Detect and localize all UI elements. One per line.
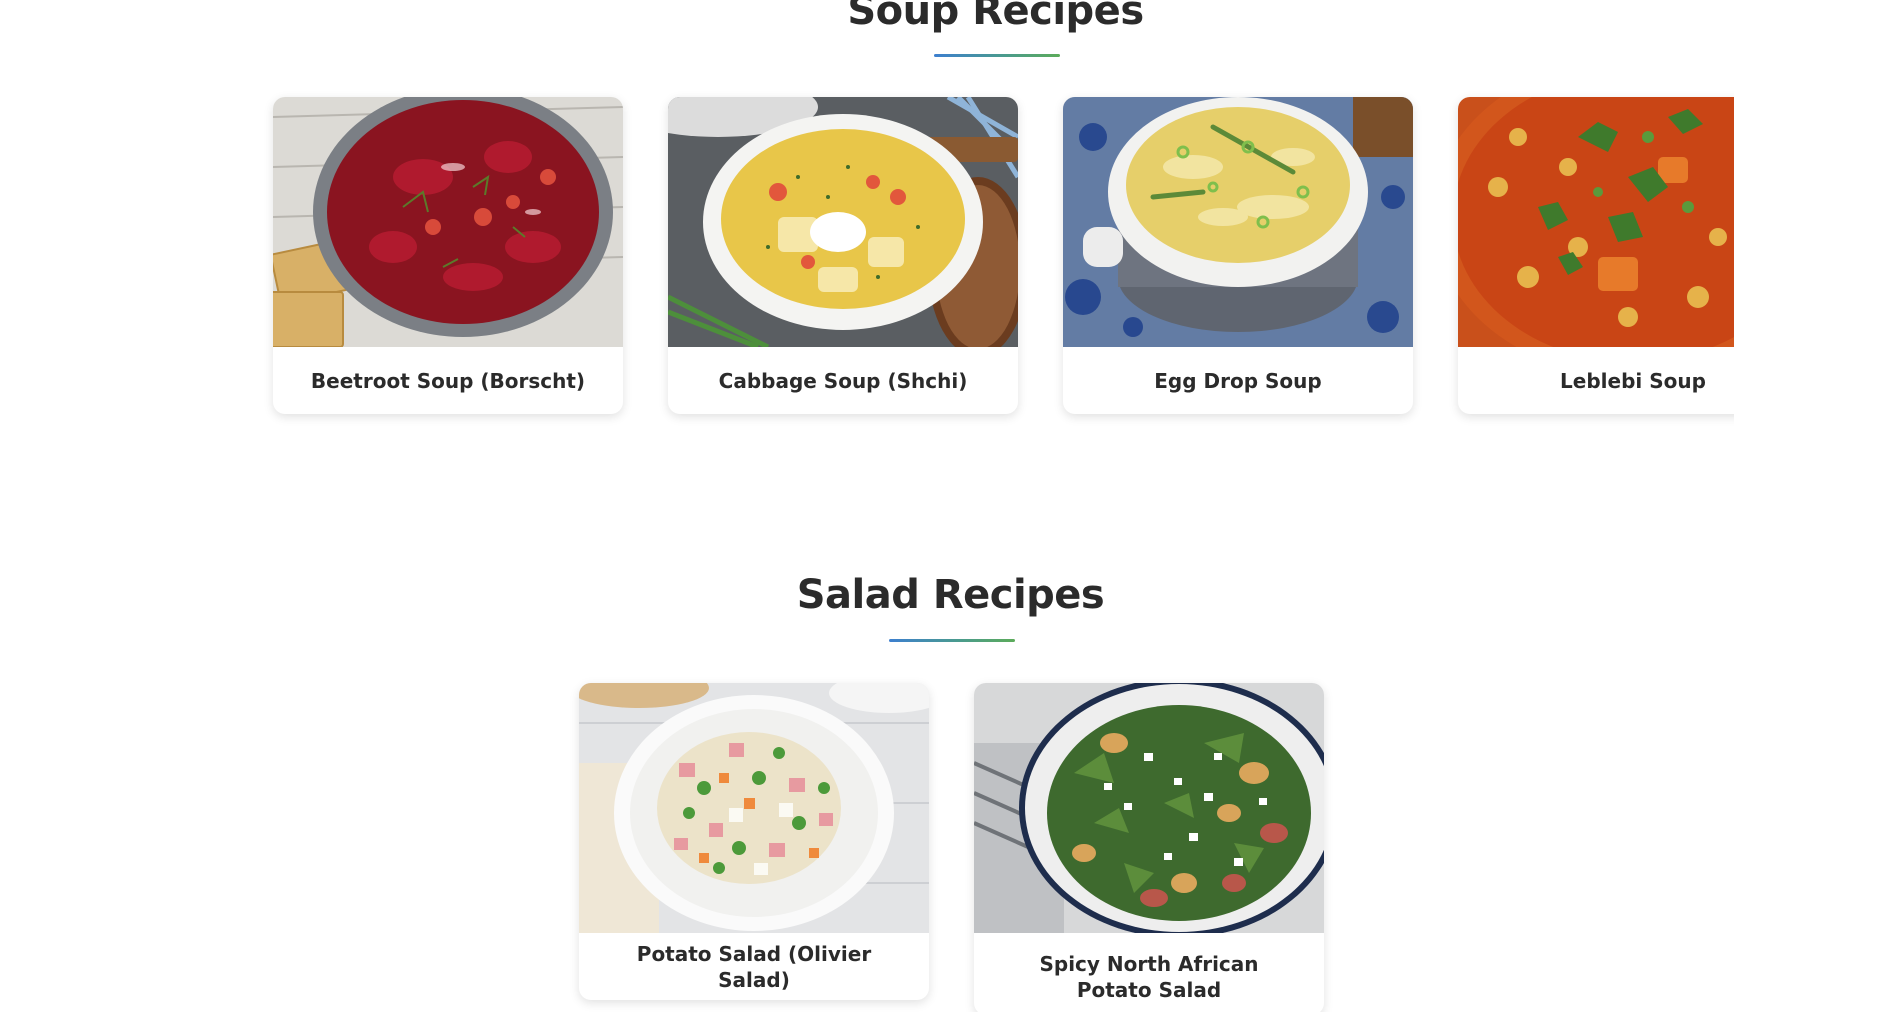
cabbage-soup-photo — [668, 97, 1018, 347]
egg-drop-soup-photo — [1063, 97, 1413, 347]
north-african-potato-salad-photo — [974, 683, 1324, 933]
soup-card-leblebi[interactable]: Leblebi Soup — [1458, 97, 1734, 414]
olivier-salad-photo — [579, 683, 929, 933]
salad-card-label: Spicy North African Potato Salad — [1039, 952, 1259, 1002]
beetroot-soup-photo — [273, 97, 623, 347]
salad-card-olivier[interactable]: Potato Salad (Olivier Salad) — [579, 683, 929, 1000]
soup-cards-carousel: Beetroot Soup (Borscht) Cabbage Soup (Sh… — [0, 0, 1734, 440]
soup-card-beetroot[interactable]: Beetroot Soup (Borscht) — [273, 97, 623, 414]
soup-card-label: Leblebi Soup — [1560, 368, 1706, 393]
salad-title-underline — [889, 639, 1015, 642]
salad-card-north-african[interactable]: Spicy North African Potato Salad — [974, 683, 1324, 1012]
soup-card-label: Egg Drop Soup — [1154, 368, 1322, 393]
soup-card-label: Beetroot Soup (Borscht) — [310, 368, 586, 393]
soup-card-label: Cabbage Soup (Shchi) — [718, 368, 968, 393]
soup-card-cabbage[interactable]: Cabbage Soup (Shchi) — [668, 97, 1018, 414]
recipes-page: Soup Recipes Beetroot Soup (Borscht) Cab… — [0, 0, 1901, 1012]
leblebi-soup-photo — [1458, 97, 1734, 347]
soup-card-egg-drop[interactable]: Egg Drop Soup — [1063, 97, 1413, 414]
salad-section-title: Salad Recipes — [796, 572, 1105, 618]
salad-card-label: Potato Salad (Olivier Salad) — [636, 941, 872, 992]
